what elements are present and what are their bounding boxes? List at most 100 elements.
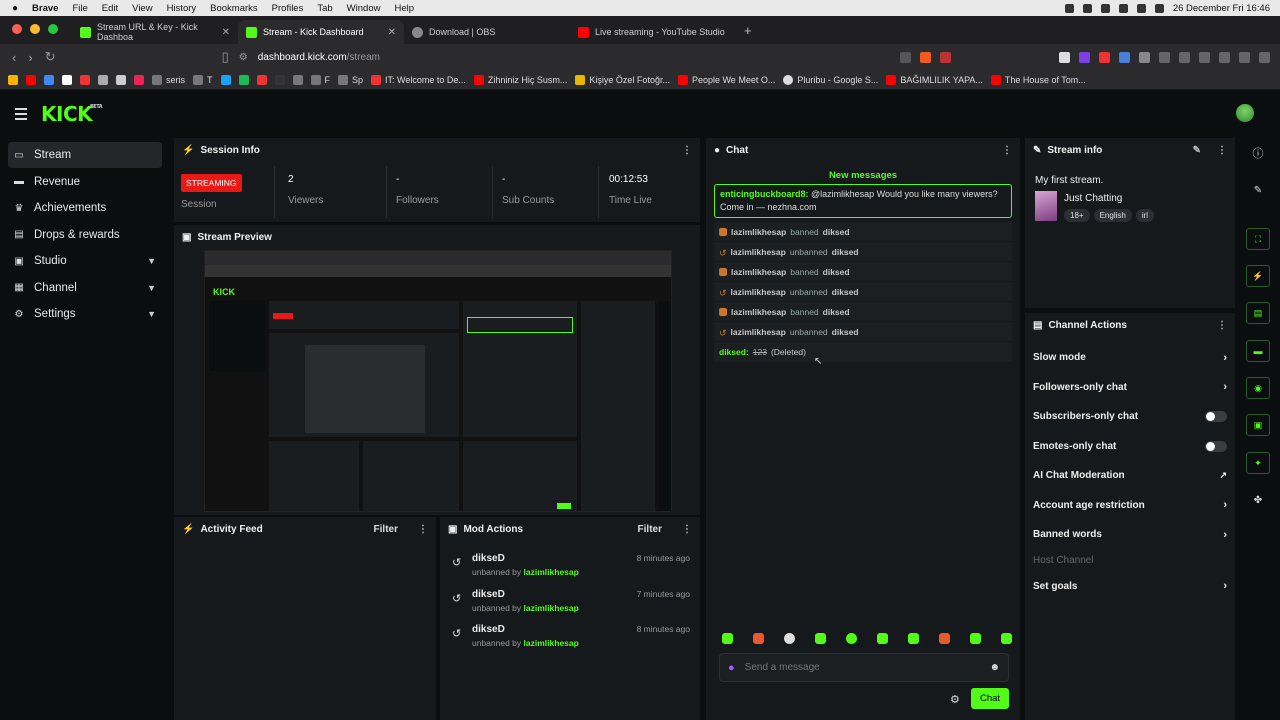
emote-icon[interactable]	[908, 633, 919, 644]
status-icon[interactable]	[1100, 3, 1110, 13]
back-icon[interactable]: ‹	[12, 50, 16, 65]
edit-pencil-icon[interactable]: ✎	[1193, 145, 1201, 156]
chat-message-input[interactable]	[744, 662, 965, 673]
close-tab-icon[interactable]: ✕	[388, 27, 396, 38]
apple-icon[interactable]: ●	[12, 3, 18, 14]
menu-view[interactable]: View	[132, 3, 152, 14]
bookmark-folder[interactable]: Sp	[338, 74, 363, 85]
bookmark-icon-item[interactable]	[98, 74, 108, 85]
emote-icon[interactable]	[722, 633, 733, 644]
highlighted-chat-message[interactable]: enticingbuckboard8: @lazimlikhesap Would…	[714, 184, 1012, 218]
set-goals-option[interactable]: Set goals ›	[1025, 572, 1235, 602]
bookmark-item[interactable]: Zihniniz Hiç Susm...	[473, 74, 567, 85]
emote-icon[interactable]	[753, 633, 764, 644]
extension-icon[interactable]	[1139, 51, 1150, 63]
bookmark-item[interactable]: Kişiye Özel Fotoğr...	[575, 74, 670, 85]
event-target[interactable]: diksed	[832, 287, 859, 297]
followers-only-option[interactable]: Followers-only chat ›	[1025, 373, 1235, 403]
new-tab-button[interactable]: +	[744, 23, 752, 38]
bookmark-icon-item[interactable]	[62, 74, 72, 85]
account-age-option[interactable]: Account age restriction ›	[1025, 491, 1235, 521]
event-actor[interactable]: lazimlikhesap	[731, 267, 786, 277]
search-icon[interactable]	[1154, 3, 1164, 13]
emote-icon[interactable]	[846, 633, 857, 644]
browser-tab[interactable]: Download | OBS	[404, 20, 570, 44]
event-target[interactable]: diksed	[823, 227, 850, 237]
bookmark-icon-item[interactable]	[26, 74, 36, 85]
bookmark-item[interactable]: IT: Welcome to De...	[371, 74, 466, 85]
event-actor[interactable]: lazimlikhesap	[731, 327, 786, 337]
chat-input-box[interactable]: ● ☻	[719, 653, 1009, 682]
event-target[interactable]: diksed	[823, 307, 850, 317]
mod-action-row[interactable]: ↺ dikseD unbanned by lazimlikhesap 8 min…	[450, 624, 700, 656]
bookmark-item[interactable]: The House of Tom...	[990, 74, 1086, 85]
emotes-only-toggle[interactable]	[1205, 440, 1227, 452]
tag-chip[interactable]: irl	[1135, 209, 1155, 222]
menu-edit[interactable]: Edit	[102, 3, 118, 14]
bookmark-icon-item[interactable]	[292, 74, 303, 85]
more-options-icon[interactable]: ⋮	[1002, 145, 1012, 156]
menu-tab[interactable]: Tab	[317, 3, 332, 14]
mod-action-row[interactable]: ↺ dikseD unbanned by lazimlikhesap 8 min…	[450, 553, 700, 585]
bookmark-icon-item[interactable]	[44, 74, 54, 85]
rail-button[interactable]: ⚡	[1243, 264, 1273, 288]
rail-button[interactable]: ◉	[1243, 376, 1273, 400]
rail-button[interactable]: ▤	[1243, 301, 1273, 325]
extension-icon[interactable]	[1059, 51, 1070, 63]
user-avatar[interactable]	[1236, 104, 1254, 122]
event-actor[interactable]: lazimlikhesap	[731, 227, 786, 237]
more-options-icon[interactable]: ⋮	[1217, 145, 1227, 156]
maximize-window-icon[interactable]	[48, 24, 58, 34]
event-actor[interactable]: lazimlikhesap	[731, 247, 786, 257]
minimize-window-icon[interactable]	[30, 24, 40, 34]
bookmark-icon-item[interactable]	[238, 74, 249, 85]
extension-icon[interactable]	[1079, 51, 1090, 63]
sidebar-icon[interactable]	[1219, 51, 1230, 63]
more-options-icon[interactable]: ⋮	[1217, 320, 1227, 331]
download-icon[interactable]	[1179, 51, 1190, 63]
info-rail-button[interactable]: ⓘ	[1243, 141, 1273, 165]
microphone-icon[interactable]: ●	[728, 662, 735, 674]
edit-rail-button[interactable]: ✎	[1243, 178, 1273, 202]
extensions-puzzle-icon[interactable]	[1159, 51, 1170, 63]
tag-chip[interactable]: 18+	[1064, 209, 1090, 222]
bookmark-item[interactable]: Pluribu - Google S...	[783, 74, 878, 85]
menu-profiles[interactable]: Profiles	[272, 3, 304, 14]
send-chat-button[interactable]: Chat	[971, 688, 1009, 709]
media-icon[interactable]	[1199, 51, 1210, 63]
event-target[interactable]: diksed	[823, 267, 850, 277]
deleted-chat-message[interactable]: diksed: 123 (Deleted)	[714, 342, 1012, 362]
filter-button[interactable]: Filter	[374, 524, 398, 535]
rail-button[interactable]: ⛶	[1243, 227, 1273, 251]
emote-icon[interactable]	[939, 633, 950, 644]
menu-icon[interactable]	[1259, 51, 1270, 63]
site-info-icon[interactable]: ⚙	[239, 52, 248, 63]
bookmark-icon-item[interactable]	[220, 74, 231, 85]
menu-history[interactable]: History	[167, 3, 197, 14]
emote-icon[interactable]	[970, 633, 981, 644]
emote-icon[interactable]	[815, 633, 826, 644]
chat-username[interactable]: enticingbuckboard8:	[720, 189, 809, 199]
reload-icon[interactable]: ↻	[45, 49, 56, 65]
bookmark-icon-item[interactable]	[116, 74, 126, 85]
wifi-icon[interactable]	[1118, 3, 1128, 13]
bookmark-icon-item[interactable]	[134, 74, 144, 85]
bookmark-icon-item[interactable]	[8, 74, 18, 85]
event-actor[interactable]: lazimlikhesap	[731, 307, 786, 317]
mod-action-moderator[interactable]: lazimlikhesap	[524, 638, 579, 648]
sidebar-item-channel[interactable]: ▦ Channel ▼	[8, 275, 162, 301]
event-target[interactable]: diksed	[832, 247, 859, 257]
shapes-rail-button[interactable]: ✤	[1243, 488, 1273, 512]
hamburger-menu-icon[interactable]	[15, 107, 27, 120]
more-options-icon[interactable]: ⋮	[418, 524, 428, 535]
rail-button[interactable]: ▬	[1243, 339, 1273, 363]
menu-bookmarks[interactable]: Bookmarks	[210, 3, 258, 14]
brave-rewards-icon[interactable]	[940, 51, 951, 63]
stream-preview-video[interactable]: KICK	[204, 250, 672, 512]
url-field[interactable]: ▯ ⚙ dashboard.kick.com/stream	[72, 49, 772, 65]
mod-action-moderator[interactable]: lazimlikhesap	[524, 567, 579, 577]
banned-words-option[interactable]: Banned words ›	[1025, 520, 1235, 550]
status-icon[interactable]	[1082, 3, 1092, 13]
sidebar-item-studio[interactable]: ▣ Studio ▼	[8, 248, 162, 274]
wallet-icon[interactable]	[1239, 51, 1250, 63]
